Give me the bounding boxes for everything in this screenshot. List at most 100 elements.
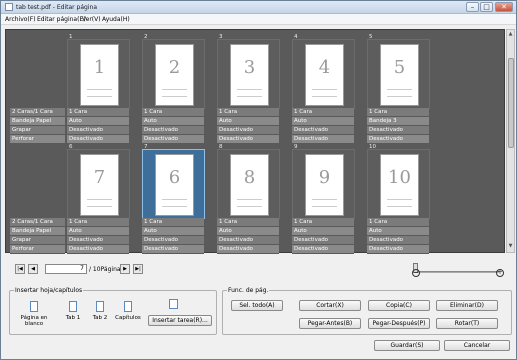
prev-page-button[interactable]: ◀ [28,264,38,274]
select-all-button[interactable]: Sel. todo(A) [231,300,283,311]
first-page-button[interactable]: |◀ [15,264,25,274]
save-button[interactable]: Guardar(S) [374,340,440,351]
insert-job-button[interactable]: Insertar tarea(R)... [148,315,212,326]
menu-bar: Archivo(F) Editar página(E) Ver(V) Ayuda… [1,14,516,25]
paste-before-button[interactable]: Pegar-Antes(B) [299,318,361,329]
attribute-value: Desactivado [217,236,279,245]
page-preview-text-lines [387,199,412,207]
page-total-label: / 10Página [89,266,121,273]
page-thumbnail[interactable]: 9 [292,149,355,219]
attribute-value: Auto [217,117,279,126]
attribute-value: 1 Cara [217,108,279,117]
zoom-in-icon[interactable]: + [496,269,504,277]
attribute-label: Grapar [10,126,65,135]
menu-editar-pagina[interactable]: Editar página(E) [37,16,86,23]
attribute-label: 2 Caras/1 Cara [10,108,65,117]
attribute-value: Desactivado [142,135,204,144]
insert-chapters[interactable]: Capítulos [111,301,145,321]
page-preview-number: 1 [93,57,106,78]
attribute-value: Desactivado [292,135,354,144]
scroll-down-icon[interactable]: ▼ [507,243,514,251]
page-thumbnail[interactable]: 10 [367,149,430,219]
attribute-label: Perforar [10,135,65,144]
vertical-scrollbar[interactable]: ▲ ▼ [506,29,515,253]
attribute-value: Desactivado [142,126,204,135]
page-thumbnail[interactable]: 4 [292,39,355,109]
page-thumbnail[interactable]: 3 [217,39,280,109]
insert-group: Insertar hoja/capítulos Página en blanco… [9,287,217,335]
menu-ayuda[interactable]: Ayuda(H) [102,16,130,23]
attribute-label: Bandeja Papel [10,227,65,236]
page-thumbnail[interactable]: 8 [217,149,280,219]
title-bar: tab test.pdf - Editar página – □ ✕ [1,1,516,14]
attribute-label: Bandeja Papel [10,117,65,126]
maximize-button[interactable]: □ [480,2,493,12]
attribute-value: 1 Cara [292,218,354,227]
chapters-icon [124,301,132,312]
page-preview: 6 [155,154,194,216]
page-preview: 8 [230,154,269,216]
attribute-value: Desactivado [367,135,429,144]
insert-group-title: Insertar hoja/capítulos [14,287,84,294]
page-preview: 4 [305,44,344,106]
page-thumbnail[interactable]: 1 [67,39,130,109]
paste-after-button[interactable]: Pegar-Después(P) [368,318,430,329]
page-preview-number: 9 [318,167,331,188]
copy-button[interactable]: Copia(C) [368,300,430,311]
zoom-slider[interactable] [415,271,499,273]
attribute-value: Desactivado [142,236,204,245]
attribute-value: Desactivado [292,245,354,254]
page-preview-number: 8 [243,167,256,188]
attribute-value: 1 Cara [67,218,129,227]
close-button[interactable]: ✕ [495,2,513,12]
attribute-value: 1 Cara [367,218,429,227]
page-preview: 3 [230,44,269,106]
page-preview-number: 2 [168,57,181,78]
attribute-value: 1 Cara [367,108,429,117]
cut-button[interactable]: Cortar(X) [299,300,361,311]
page-functions-group: Func. de pág. Sel. todo(A) Cortar(X) Cop… [222,287,512,335]
page-preview: 9 [305,154,344,216]
attribute-value: Desactivado [67,126,129,135]
attribute-value: Desactivado [67,236,129,245]
attribute-value: Auto [67,227,129,236]
page-preview: 1 [80,44,119,106]
page-preview-number: 7 [93,167,106,188]
menu-ver[interactable]: Ver(V) [82,16,101,23]
attribute-value: Desactivado [292,126,354,135]
attribute-value: Desactivado [217,245,279,254]
attribute-value: Desactivado [67,135,129,144]
attribute-value: 1 Cara [67,108,129,117]
insert-blank-page[interactable]: Página en blanco [14,301,54,327]
attribute-label: 2 Caras/1 Cara [10,218,65,227]
page-number-input[interactable]: 7 [45,264,87,274]
page-thumbnail[interactable]: 5 [367,39,430,109]
scroll-thumb[interactable] [508,58,514,148]
zoom-out-icon[interactable]: − [412,269,420,277]
page-preview-text-lines [387,89,412,97]
last-page-button[interactable]: ▶| [133,264,143,274]
attribute-value: Auto [67,117,129,126]
attribute-value: 1 Cara [142,218,204,227]
page-preview: 5 [380,44,419,106]
attribute-value: Desactivado [67,245,129,254]
page-preview-number: 4 [318,57,331,78]
menu-archivo[interactable]: Archivo(F) [5,16,36,23]
delete-button[interactable]: Eliminar(D) [436,300,498,311]
cancel-button[interactable]: Cancelar [444,340,510,351]
attribute-value: Auto [217,227,279,236]
rotate-button[interactable]: Rotar(T) [436,318,498,329]
page-preview-text-lines [162,199,187,207]
minimize-button[interactable]: – [466,2,479,12]
window-title: tab test.pdf - Editar página [16,4,97,11]
page-thumbnail[interactable]: 7 [67,149,130,219]
next-page-button[interactable]: ▶ [120,264,130,274]
scroll-up-icon[interactable]: ▲ [507,31,514,39]
page-thumbnail[interactable]: 6 [142,149,205,219]
page-preview-text-lines [87,199,112,207]
attribute-label: Grapar [10,236,65,245]
page-thumbnail-panel: 2 Caras/1 Cara Bandeja Papel Grapar Perfora… [5,29,505,254]
page-preview: 7 [80,154,119,216]
document-icon [5,3,13,11]
page-thumbnail[interactable]: 2 [142,39,205,109]
